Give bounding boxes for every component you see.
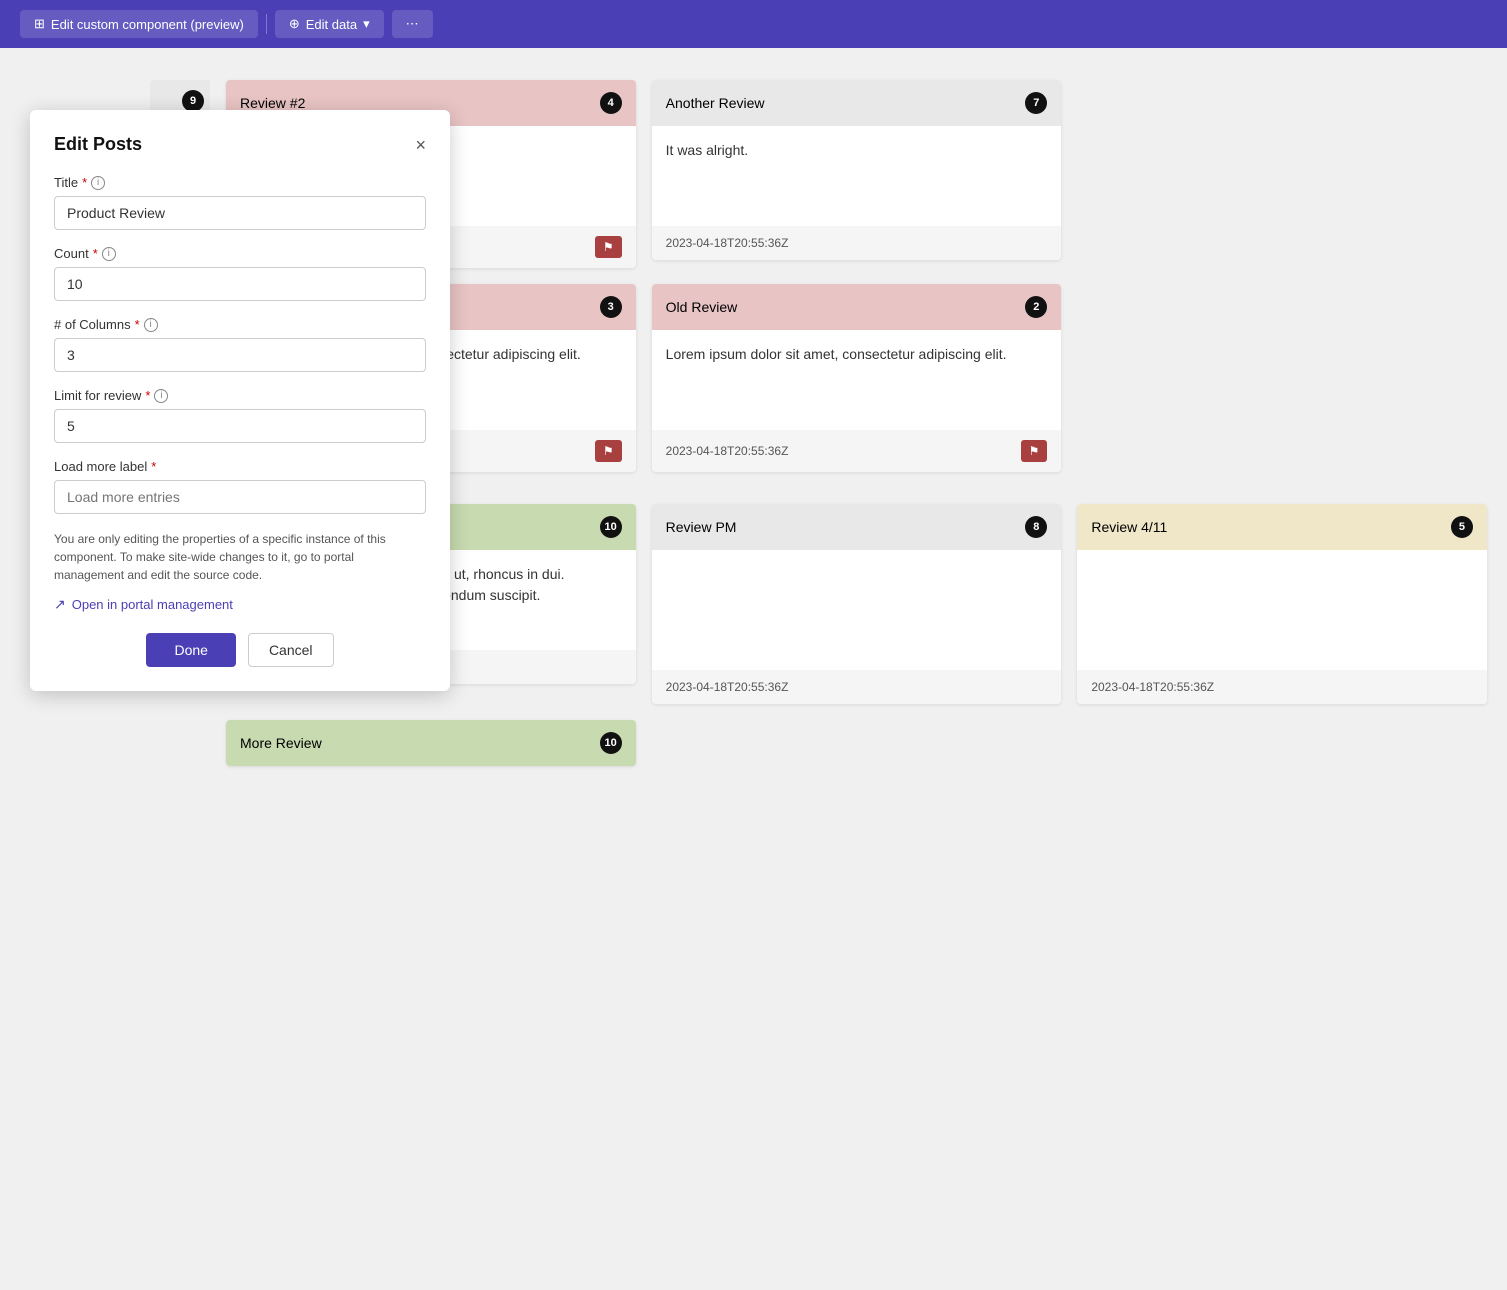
modal-header: Edit Posts × (54, 134, 426, 155)
helper-text: You are only editing the properties of a… (54, 530, 426, 584)
card-badge-r2: 7 (1025, 92, 1047, 114)
card-body-r6 (652, 550, 1062, 670)
columns-input[interactable] (54, 338, 426, 372)
card-header-r6: Review PM 8 (652, 504, 1062, 550)
card-badge-r4: 2 (1025, 296, 1047, 318)
card-body-r7 (1077, 550, 1487, 670)
card-badge-r7: 5 (1451, 516, 1473, 538)
review-card-r6: Review PM 8 2023-04-18T20:55:36Z (652, 504, 1062, 704)
modal-title: Edit Posts (54, 134, 142, 155)
card-date-r6: 2023-04-18T20:55:36Z (666, 680, 789, 694)
flag-button-r1[interactable]: ⚑ (595, 236, 622, 258)
required-star-count: * (93, 246, 98, 261)
card-date-r2: 2023-04-18T20:55:36Z (666, 236, 789, 250)
card-body-r2: It was alright. (652, 126, 1062, 226)
limit-info-icon[interactable]: i (154, 389, 168, 403)
edit-data-button[interactable]: ⊕ Edit data ▾ (275, 10, 384, 38)
modal-overlay: Edit Posts × Title * i Count * i (30, 110, 450, 691)
card-badge-r6: 8 (1025, 516, 1047, 538)
card-footer-r4: 2023-04-18T20:55:36Z ⚑ (652, 430, 1062, 472)
flag-button-r4[interactable]: ⚑ (1021, 440, 1048, 462)
modal-footer: Done Cancel (54, 633, 426, 667)
card-date-r7: 2023-04-18T20:55:36Z (1091, 680, 1214, 694)
card-header-r7: Review 4/11 5 (1077, 504, 1487, 550)
card-title-r1: Review #2 (240, 95, 305, 111)
required-star-limit: * (145, 388, 150, 403)
review-card-r4: Old Review 2 Lorem ipsum dolor sit amet,… (652, 284, 1062, 472)
edit-posts-modal: Edit Posts × Title * i Count * i (30, 110, 450, 691)
count-field-group: Count * i (54, 246, 426, 301)
card-header-r2: Another Review 7 (652, 80, 1062, 126)
chevron-down-icon: ▾ (363, 16, 370, 32)
card-title-r4: Old Review (666, 299, 738, 315)
card-badge-r8: 10 (600, 732, 622, 754)
title-field-group: Title * i (54, 175, 426, 230)
card-badge-r5: 10 (600, 516, 622, 538)
flag-button-r3[interactable]: ⚑ (595, 440, 622, 462)
required-star-cols: * (135, 317, 140, 332)
limit-label: Limit for review * i (54, 388, 426, 403)
component-icon: ⊞ (34, 16, 45, 32)
title-info-icon[interactable]: i (91, 176, 105, 190)
partial-badge-1: 9 (182, 90, 204, 112)
review-card-r8: More Review 10 (226, 720, 636, 766)
title-input[interactable] (54, 196, 426, 230)
main-content: Edit Posts × Title * i Count * i (0, 50, 1507, 786)
card-badge-r1: 4 (600, 92, 622, 114)
load-more-field-group: Load more label * (54, 459, 426, 514)
columns-label: # of Columns * i (54, 317, 426, 332)
card-body-r4: Lorem ipsum dolor sit amet, consectetur … (652, 330, 1062, 430)
card-title-r7: Review 4/11 (1091, 519, 1167, 535)
edit-component-button[interactable]: ⊞ Edit custom component (preview) (20, 10, 258, 38)
count-input[interactable] (54, 267, 426, 301)
card-footer-r2: 2023-04-18T20:55:36Z (652, 226, 1062, 260)
modal-close-button[interactable]: × (415, 136, 426, 154)
load-more-input[interactable] (54, 480, 426, 514)
card-footer-r7: 2023-04-18T20:55:36Z (1077, 670, 1487, 704)
title-label: Title * i (54, 175, 426, 190)
card-title-r2: Another Review (666, 95, 765, 111)
card-header-r8: More Review 10 (226, 720, 636, 766)
limit-input[interactable] (54, 409, 426, 443)
review-card-r2: Another Review 7 It was alright. 2023-04… (652, 80, 1062, 260)
toolbar: ⊞ Edit custom component (preview) ⊕ Edit… (0, 0, 1507, 48)
edit-data-icon: ⊕ (289, 16, 300, 32)
card-footer-r6: 2023-04-18T20:55:36Z (652, 670, 1062, 704)
count-label: Count * i (54, 246, 426, 261)
card-title-r8: More Review (240, 735, 322, 751)
card-date-r4: 2023-04-18T20:55:36Z (666, 444, 789, 458)
columns-field-group: # of Columns * i (54, 317, 426, 372)
portal-management-link[interactable]: ↗ Open in portal management (54, 596, 426, 613)
card-header-r4: Old Review 2 (652, 284, 1062, 330)
cancel-button[interactable]: Cancel (248, 633, 334, 667)
more-options-button[interactable]: ⋯ (392, 10, 433, 38)
load-more-label: Load more label * (54, 459, 426, 474)
review-card-r7: Review 4/11 5 2023-04-18T20:55:36Z (1077, 504, 1487, 704)
columns-info-icon[interactable]: i (144, 318, 158, 332)
card-badge-r3: 3 (600, 296, 622, 318)
required-star: * (82, 175, 87, 190)
limit-field-group: Limit for review * i (54, 388, 426, 443)
count-info-icon[interactable]: i (102, 247, 116, 261)
toolbar-separator (266, 14, 267, 34)
card-title-r6: Review PM (666, 519, 737, 535)
required-star-load: * (151, 459, 156, 474)
done-button[interactable]: Done (146, 633, 235, 667)
external-link-icon: ↗ (54, 596, 66, 613)
